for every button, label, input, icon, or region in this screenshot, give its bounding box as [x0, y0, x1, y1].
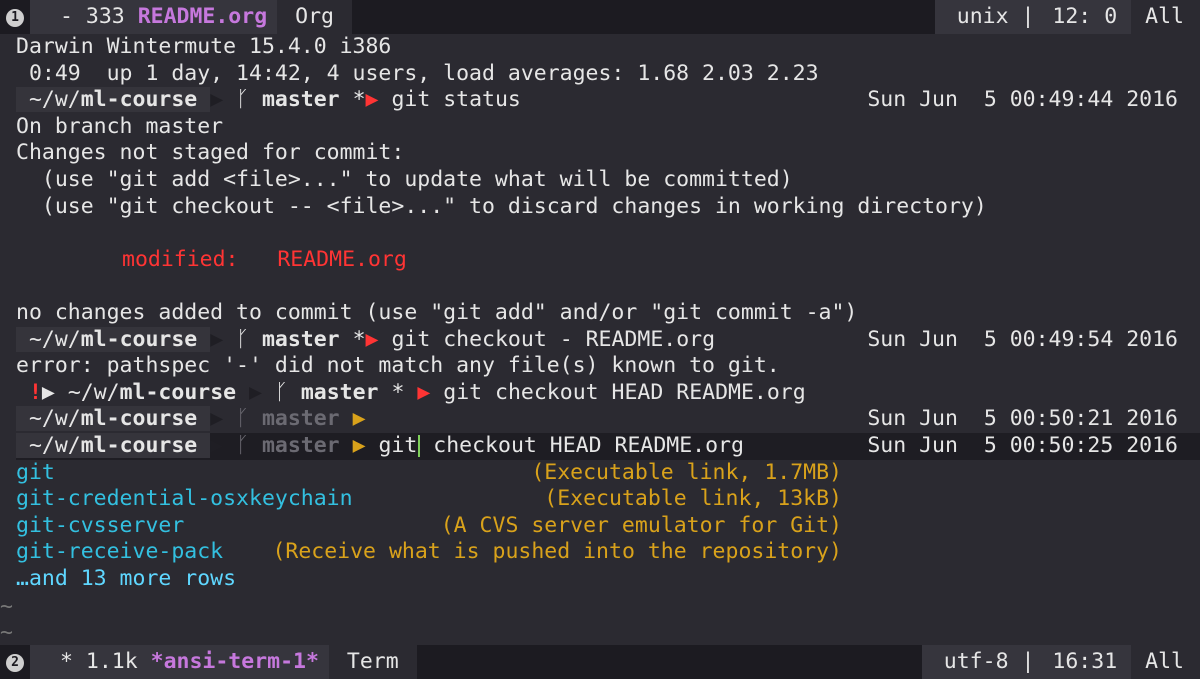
command-text: git status [391, 87, 521, 113]
prompt-line: ~/w/ml-course ▶ ᚴ master *▶ git checkout… [16, 326, 716, 354]
empty-line-tilde: ~ [0, 594, 13, 619]
terminal-buffer[interactable]: Darwin Wintermute 15.4.0 i386 0:49 up 1 … [0, 34, 1200, 645]
encoding[interactable]: utf-8 | [921, 645, 1049, 679]
modified-indicator: * [60, 649, 73, 674]
output-line: (use "git add <file>..." to update what … [16, 167, 793, 192]
branch-icon: ᚴ [236, 406, 249, 432]
modified-file-line: modified: README.org [122, 246, 407, 272]
buffer-name[interactable]: *ansi-term-1* [151, 645, 319, 679]
cursor-position: 16:31 [1048, 645, 1132, 679]
branch-icon: ᚴ [236, 87, 249, 113]
autosuggestion: checkout HEAD README.org [433, 433, 744, 458]
buffer-size: 333 [85, 4, 125, 29]
command-text: git checkout - README.org [391, 326, 716, 352]
output-line: On branch master [16, 113, 224, 139]
error-line: error: pathspec '-' did not match any fi… [16, 353, 780, 379]
modeline-top: 1 - 333 README.org Org unix | 12: 0 All [0, 0, 1200, 34]
empty-line-tilde: ~ [0, 620, 13, 645]
window-number-badge: 1 [0, 0, 30, 34]
prompt-line-error: !▶ ~/w/ml-course ▶ ᚴ master * ▶ git chec… [28, 379, 806, 405]
window-number-badge: 2 [0, 645, 30, 679]
completion-desc: (Executable link, 13kB) [544, 486, 842, 512]
command-text: git checkout HEAD README.org [443, 379, 806, 405]
current-prompt-line[interactable]: ~/w/ml-course ▶ ᚴ master ▶ git checkout … [16, 433, 744, 460]
completion-item[interactable]: git-cvsserver [16, 513, 184, 540]
output-line: Changes not staged for commit: [16, 140, 405, 166]
branch-icon: ᚴ [274, 379, 288, 405]
buffer-size: 1.1k [85, 649, 138, 674]
error-marker: ! [28, 379, 42, 405]
branch-icon: ᚴ [236, 326, 249, 352]
more-rows-indicator: …and 13 more rows [16, 566, 237, 591]
prompt-timestamp: Sun Jun 5 00:50:21 2016 [867, 406, 1178, 432]
typed-command[interactable]: git [378, 433, 417, 458]
completion-item[interactable]: git-receive-pack [16, 539, 223, 566]
encoding[interactable]: unix | [934, 0, 1049, 34]
prompt-timestamp: Sun Jun 5 00:50:25 2016 [867, 433, 1178, 458]
completion-desc: (A CVS server emulator for Git) [440, 512, 842, 538]
modeline-bottom: 2 * 1.1k *ansi-term-1* Term utf-8 | 16:3… [0, 645, 1200, 679]
prompt-timestamp: Sun Jun 5 00:49:44 2016 [867, 87, 1178, 113]
scroll-position: All [1131, 0, 1200, 34]
buffer-info: - 333 README.org [30, 0, 278, 34]
uptime-line: 0:49 up 1 day, 14:42, 4 users, load aver… [16, 60, 819, 86]
major-mode[interactable]: Org [277, 0, 352, 34]
completion-item[interactable]: git [16, 460, 55, 487]
completion-desc: (Executable link, 1.7MB) [531, 459, 842, 485]
output-line: no changes added to commit (use "git add… [16, 300, 858, 325]
prompt-line: ~/w/ml-course ▶ ᚴ master ▶ [16, 406, 366, 433]
buffer-name[interactable]: README.org [138, 0, 267, 34]
branch-icon: ᚴ [236, 433, 249, 458]
output-line: (use "git checkout -- <file>..." to disc… [16, 193, 987, 219]
text-cursor [418, 435, 421, 457]
major-mode[interactable]: Term [328, 645, 417, 679]
cursor-position: 12: 0 [1048, 0, 1132, 34]
modified-indicator: - [60, 4, 73, 29]
completion-desc: (Receive what is pushed into the reposit… [272, 539, 842, 565]
scroll-position: All [1131, 645, 1200, 679]
buffer-info: * 1.1k *ansi-term-1* [30, 645, 329, 679]
prompt-line: ~/w/ml-course ▶ ᚴ master *▶ git status [16, 87, 521, 114]
uname-line: Darwin Wintermute 15.4.0 i386 [16, 34, 392, 59]
completion-item[interactable]: git-credential-osxkeychain [16, 486, 353, 513]
prompt-timestamp: Sun Jun 5 00:49:54 2016 [867, 326, 1178, 352]
